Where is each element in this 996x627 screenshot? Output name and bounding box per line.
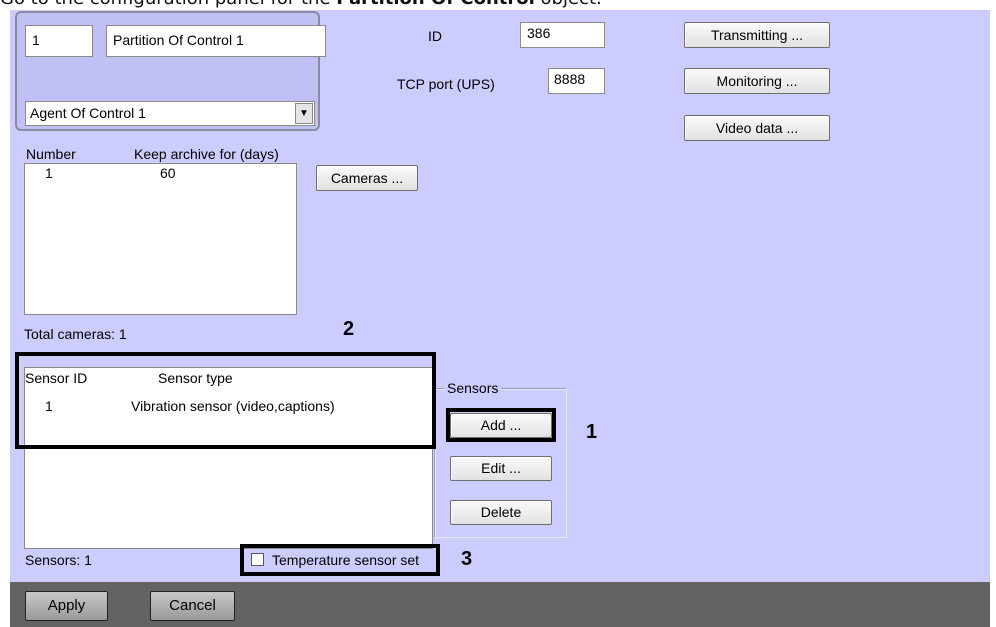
- chevron-down-icon[interactable]: ▼: [295, 103, 313, 124]
- sensors-count-label: Sensors: 1: [25, 552, 92, 568]
- callout-number-2: 2: [343, 318, 355, 340]
- object-name-field[interactable]: Partition Of Control 1: [106, 25, 326, 57]
- total-cameras-label: Total cameras: 1: [24, 326, 127, 342]
- cameras-col-keep-archive: Keep archive for (days): [134, 146, 279, 162]
- instruction-caption: Go to the configuration panel for the Pa…: [0, 0, 996, 10]
- cancel-button[interactable]: Cancel: [150, 591, 235, 621]
- id-field[interactable]: 386: [520, 22, 605, 48]
- sensors-group-title: Sensors: [444, 380, 502, 396]
- transmitting-button[interactable]: Transmitting ...: [684, 22, 830, 48]
- tcp-port-field[interactable]: 8888: [548, 68, 605, 94]
- edit-sensor-button[interactable]: Edit ...: [450, 456, 552, 481]
- video-data-button[interactable]: Video data ...: [684, 115, 830, 141]
- callout-number-3: 3: [461, 548, 473, 570]
- callout-box-sensors-list: [15, 352, 436, 449]
- callout-number-1: 1: [586, 421, 598, 443]
- delete-sensor-button[interactable]: Delete: [450, 500, 552, 525]
- tcp-port-label: TCP port (UPS): [397, 76, 495, 92]
- cameras-list[interactable]: 1 60: [24, 163, 297, 315]
- agent-select[interactable]: Agent Of Control 1 ▼: [25, 101, 315, 126]
- caption-object-name: Partition Of Control: [336, 0, 535, 9]
- caption-prefix: Go to the configuration panel for the: [0, 0, 336, 9]
- object-number-field[interactable]: 1: [25, 25, 93, 57]
- cameras-button[interactable]: Cameras ...: [316, 165, 418, 191]
- camera-row-number[interactable]: 1: [45, 165, 53, 181]
- id-label: ID: [428, 28, 442, 44]
- bottom-action-bar: Apply Cancel: [10, 582, 990, 627]
- agent-select-value: Agent Of Control 1: [30, 105, 146, 121]
- apply-button[interactable]: Apply: [25, 591, 108, 621]
- cameras-col-number: Number: [26, 146, 76, 162]
- monitoring-button[interactable]: Monitoring ...: [684, 68, 830, 94]
- config-panel: 1 Partition Of Control 1 Agent Of Contro…: [10, 10, 990, 582]
- caption-suffix: object.: [535, 0, 602, 9]
- camera-row-days[interactable]: 60: [160, 165, 176, 181]
- callout-box-add-button: [446, 408, 556, 442]
- callout-box-temperature: [240, 544, 440, 576]
